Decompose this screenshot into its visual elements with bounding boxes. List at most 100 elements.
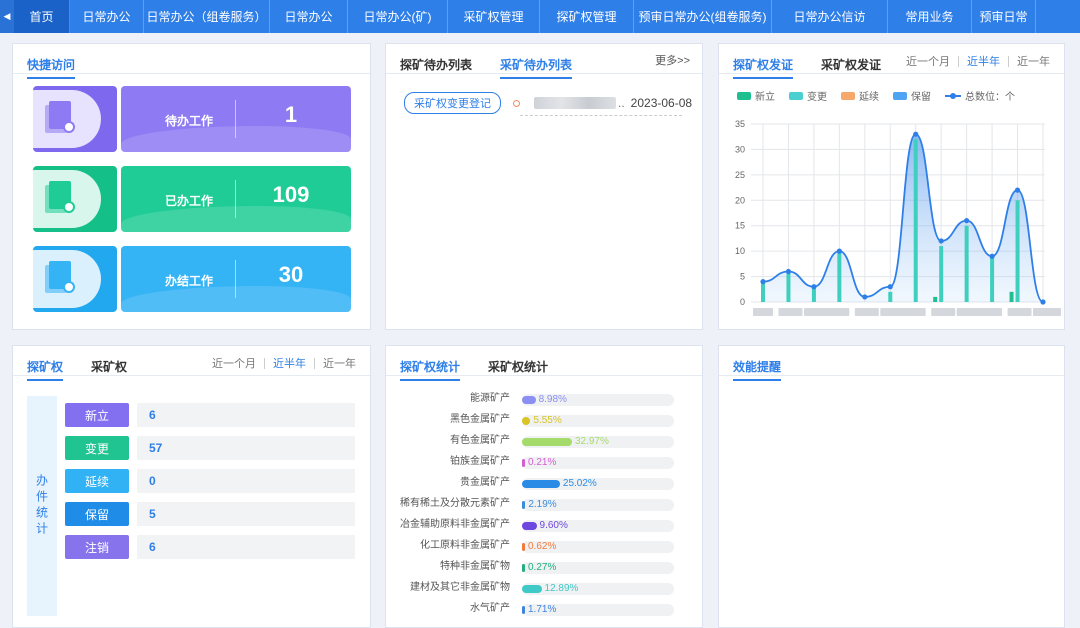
mineral-percent: 25.02% <box>562 478 597 489</box>
total-point <box>964 218 970 224</box>
bar-mark <box>1015 200 1020 302</box>
todo-item[interactable]: 采矿权变更登记 .. 2023-06-08 <box>404 92 692 114</box>
mineral-row: 铂族金属矿产 0.21% <box>386 455 704 469</box>
top-nav: ◀ 首页 日常办公 日常办公（组卷服务） 日常办公 日常办公(矿) 采矿权管理 探矿权管理预… <box>0 0 1080 33</box>
stats-value: 6 <box>137 403 355 427</box>
total-point <box>811 284 817 290</box>
nav-item-3[interactable]: 日常办公 <box>270 0 348 33</box>
mineral-row: 黑色金属矿产 5.55% <box>386 413 704 427</box>
x-tick-label-redacted <box>956 308 985 316</box>
mineral-percent: 12.89% <box>544 583 579 594</box>
quick-card-label: 已办工作 <box>165 194 214 208</box>
tab-min-tabs-0[interactable]: 探矿权统计 <box>400 352 461 381</box>
todo-status-dot <box>513 99 520 107</box>
bar-mark <box>837 251 842 302</box>
total-point <box>913 131 919 137</box>
mineral-bar <box>522 585 542 593</box>
tab-min-tabs-1[interactable]: 采矿权统计 <box>488 352 548 381</box>
mineral-row: 有色金属矿产 32.97% <box>386 434 704 448</box>
mineral-percent: 8.98% <box>538 394 567 405</box>
stats-type-button[interactable]: 保留 <box>65 502 129 526</box>
total-point <box>836 248 842 254</box>
y-tick-label: 30 <box>735 144 745 154</box>
stats-panel: 探矿权 采矿权 近一个月 近半年 近一年 办件统计 新立 6 变更 57 延续 0 保留 5 注销 6 <box>12 345 371 628</box>
range-option-2[interactable]: 近一年 <box>315 355 364 371</box>
y-tick-label: 20 <box>735 195 745 205</box>
tab-stats-tabs-0[interactable]: 探矿权 <box>27 352 64 381</box>
tab-todo-tabs-0[interactable]: 探矿待办列表 <box>400 50 472 79</box>
mineral-percent: 32.97% <box>574 436 609 447</box>
tab-stats-tabs-1[interactable]: 采矿权 <box>91 352 127 381</box>
bar-mark-small <box>1009 291 1014 302</box>
quick-card-1[interactable]: 已办工作 109 <box>121 166 351 232</box>
quick-card-count: 1 <box>284 102 298 127</box>
mineral-label: 水气矿产 <box>470 603 510 614</box>
todo-panel: 探矿待办列表 采矿待办列表 更多>> 采矿权变更登记 .. 2023-06-08 <box>385 43 703 330</box>
quick-card-count: 109 <box>272 182 310 207</box>
mineral-bar <box>522 522 537 530</box>
mineral-percent: 0.62% <box>528 541 557 552</box>
quick-card-icon-2[interactable] <box>33 246 117 312</box>
mineral-percent: 2.19% <box>528 499 557 510</box>
nav-item-1[interactable]: 日常办公 <box>70 0 144 33</box>
mineral-label: 黑色金属矿产 <box>450 414 510 425</box>
more-link[interactable]: 更多>> <box>655 52 690 68</box>
bar-mark <box>964 225 969 302</box>
stats-type-button[interactable]: 变更 <box>65 436 129 460</box>
mineral-row: 特种非金属矿物 0.27% <box>386 560 704 574</box>
stats-value: 5 <box>137 502 355 526</box>
quick-card-0[interactable]: 待办工作 1 <box>121 86 351 152</box>
nav-item-10[interactable]: 预审日常 <box>972 0 1036 33</box>
mineral-track: 12.89% <box>522 583 674 595</box>
mineral-label: 稀有稀土及分散元素矿产 <box>400 498 510 509</box>
bar-mark <box>990 256 995 302</box>
total-point <box>1014 187 1021 193</box>
mineral-label: 特种非金属矿物 <box>440 561 510 572</box>
mineral-bar <box>522 480 560 488</box>
nav-item-6[interactable]: 探矿权管理 <box>540 0 634 33</box>
x-tick-label-redacted <box>854 308 879 316</box>
bar-mark-small <box>933 296 938 302</box>
nav-item-8[interactable]: 日常办公信访 <box>772 0 888 33</box>
bar-mark <box>913 139 918 302</box>
mineral-bar <box>522 396 536 404</box>
stats-type-button[interactable]: 注销 <box>65 535 129 559</box>
mineral-bar <box>522 459 525 467</box>
nav-scroll-left-icon[interactable]: ◀ <box>0 0 14 33</box>
nav-item-0[interactable]: 首页 <box>14 0 70 33</box>
mineral-row: 贵金属矿产 25.02% <box>386 476 704 490</box>
quick-card-icon-1[interactable] <box>33 166 117 232</box>
x-tick-label-redacted <box>1033 308 1061 316</box>
bar-mark <box>939 246 944 302</box>
mineral-percent: 0.21% <box>528 457 557 468</box>
stats-side-label: 办件统计 <box>27 396 57 616</box>
nav-item-5[interactable]: 采矿权管理 <box>448 0 540 33</box>
todo-type-tag[interactable]: 采矿权变更登记 <box>404 92 501 114</box>
mineral-stats-panel: 探矿权统计 采矿权统计 能源矿产 8.98% 黑色金属矿产 5.55% 有色金属矿产 32.… <box>385 345 703 628</box>
range-option-0[interactable]: 近一个月 <box>204 355 264 371</box>
mineral-track: 1.71% <box>522 604 674 616</box>
mineral-label: 化工原料非金属矿产 <box>420 540 510 551</box>
badge-icon <box>63 121 75 133</box>
nav-item-4[interactable]: 日常办公(矿) <box>348 0 448 33</box>
stats-type-button[interactable]: 延续 <box>65 469 129 493</box>
mineral-row: 水气矿产 1.71% <box>386 602 704 616</box>
range-option-1[interactable]: 近半年 <box>265 355 314 371</box>
tab-todo-tabs-1[interactable]: 采矿待办列表 <box>500 50 573 79</box>
mineral-percent: 9.60% <box>539 520 568 531</box>
stats-type-button[interactable]: 新立 <box>65 403 129 427</box>
nav-item-7[interactable]: 预审日常办公(组卷服务) <box>634 0 772 33</box>
total-point <box>938 238 944 244</box>
y-tick-label: 0 <box>740 297 745 307</box>
mineral-track: 32.97% <box>522 436 674 448</box>
nav-item-2[interactable]: 日常办公（组卷服务） <box>144 0 270 33</box>
mineral-label: 能源矿产 <box>470 393 510 404</box>
quick-card-icon-0[interactable] <box>33 86 117 152</box>
y-tick-label: 35 <box>735 119 745 129</box>
mineral-bar <box>522 438 572 446</box>
quick-access-title: 快捷访问 <box>27 50 76 79</box>
total-point <box>862 294 868 300</box>
quick-card-label: 待办工作 <box>165 114 214 128</box>
quick-card-2[interactable]: 办结工作 30 <box>121 246 351 312</box>
nav-item-9[interactable]: 常用业务 <box>888 0 972 33</box>
